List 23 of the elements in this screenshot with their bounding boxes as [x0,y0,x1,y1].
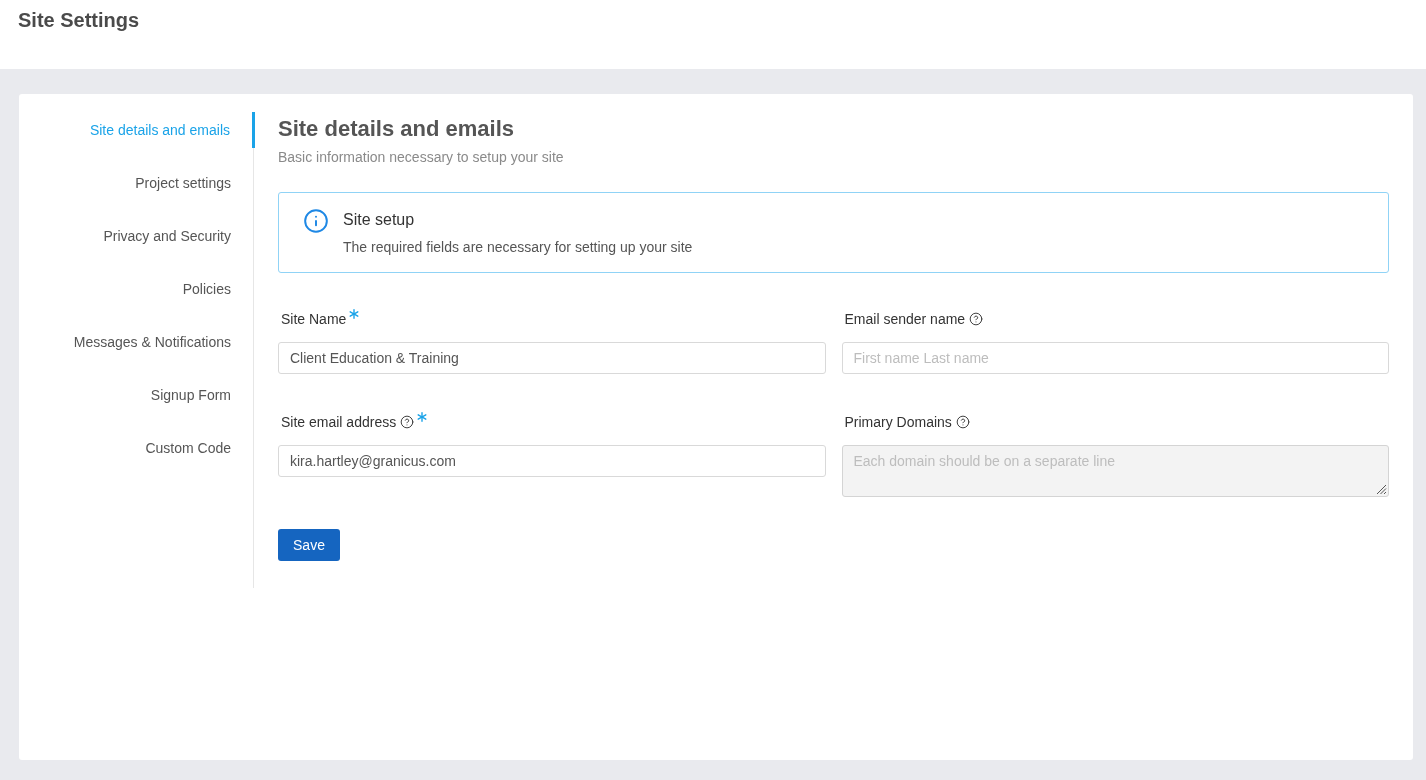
save-button[interactable]: Save [278,529,340,561]
help-icon[interactable] [969,312,984,326]
field-label: Primary Domains [844,412,952,432]
resize-handle-icon[interactable] [1376,484,1387,495]
section-subtitle: Basic information necessary to setup your site [278,148,564,167]
info-icon [303,208,329,234]
field-label: Site email address [281,412,397,432]
sidebar-nav-item[interactable]: Signup Form [19,377,253,413]
text-input-field[interactable]: Client Education & Training [278,342,826,374]
field-label: Email sender name [844,309,966,329]
field-label: Site Name [281,309,347,329]
sidebar-nav-item[interactable]: Privacy and Security [19,218,253,254]
text-input-field[interactable]: First name Last name [841,342,1389,374]
sidebar-nav-item[interactable]: Custom Code [19,430,253,466]
sidebar-nav-item[interactable]: Policies [19,271,253,307]
text-input-field[interactable]: kira.hartley@granicus.com [278,445,826,477]
section-title: Site details and emails [278,115,514,143]
notice-text: The required fields are necessary for setting up your site [343,238,693,257]
sidebar-nav-item[interactable]: Project settings [19,165,253,201]
page-title: Site Settings [18,8,140,33]
help-icon[interactable] [400,415,415,429]
sidebar-nav-item[interactable]: Messages & Notifications [19,324,253,360]
notice-title: Site setup [343,210,415,230]
